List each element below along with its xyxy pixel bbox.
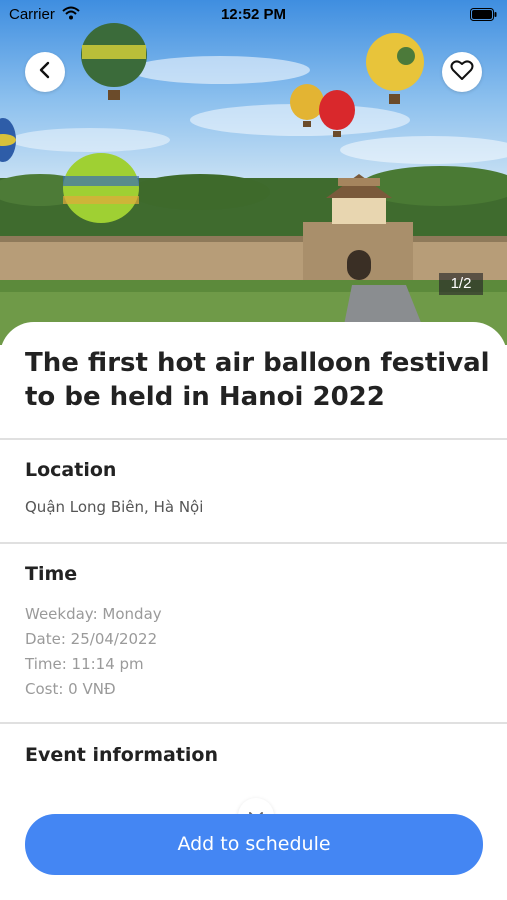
weekday-text: Weekday: Monday xyxy=(25,605,162,623)
hero-image[interactable] xyxy=(0,0,507,345)
divider xyxy=(0,438,507,440)
event-title: The first hot air balloon festival to be… xyxy=(25,348,490,412)
divider xyxy=(0,722,507,724)
location-heading: Location xyxy=(25,459,117,481)
time-text: Time: 11:14 pm xyxy=(25,655,144,673)
cost-text: Cost: 0 VNĐ xyxy=(25,680,116,698)
image-page-indicator: 1/2 xyxy=(439,273,483,295)
heart-icon xyxy=(450,59,474,85)
status-time: 12:52 PM xyxy=(220,6,287,23)
divider xyxy=(0,542,507,544)
add-to-schedule-button[interactable]: Add to schedule xyxy=(25,814,483,875)
battery-icon xyxy=(470,7,497,25)
event-info-heading: Event information xyxy=(25,744,218,766)
back-arrow-icon xyxy=(38,61,52,83)
date-text: Date: 25/04/2022 xyxy=(25,630,158,648)
status-bar: Carrier 12:52 PM xyxy=(0,0,507,30)
time-heading: Time xyxy=(25,563,78,585)
favorite-button[interactable] xyxy=(442,52,482,92)
location-value: Quận Long Biên, Hà Nội xyxy=(25,498,204,516)
back-button[interactable] xyxy=(25,52,65,92)
